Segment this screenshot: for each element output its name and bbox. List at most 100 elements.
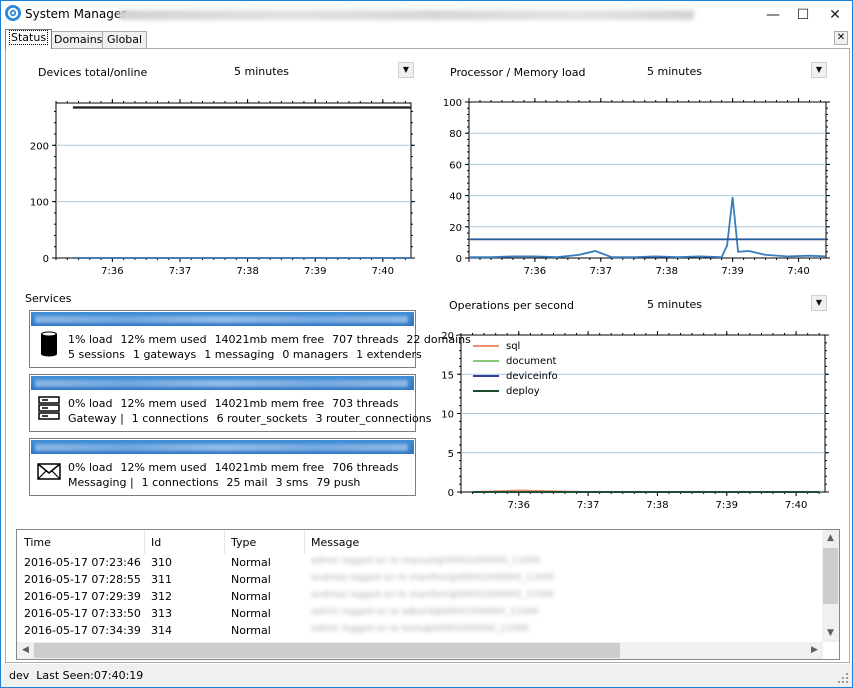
column-header-message[interactable]: Message (311, 536, 359, 549)
stat-mail: 25 mail (226, 476, 268, 489)
x-tick-label: 7:38 (646, 500, 668, 511)
status-bar: dev Last Seen:07:40:19 (1, 664, 852, 687)
cell-type: Normal (231, 556, 271, 569)
stat-threads: 706 threads (332, 461, 399, 474)
tab-status-label: Status (8, 30, 49, 45)
status-page: Devices total/online 5 minutes ▼ Process… (5, 48, 850, 663)
stat-router-connections: 3 router_connections (315, 412, 432, 425)
window-title: System Manager - (25, 7, 135, 21)
cell-id: 310 (151, 556, 172, 569)
cell-type: Normal (231, 624, 271, 637)
cell-time: 2016-05-17 07:33:50 (24, 607, 141, 620)
stat-connections: 1 connections (141, 476, 219, 489)
service-stats-line1: 0% load 12% mem used 14021mb mem free 706 t… (68, 461, 406, 474)
cell-id: 314 (151, 624, 172, 637)
stat-messaging: 1 messaging (204, 348, 275, 361)
y-tick-label: 15 (441, 370, 454, 381)
minimize-button[interactable]: — (756, 1, 790, 29)
scroll-up-icon[interactable]: ▲ (822, 530, 839, 547)
scroll-left-icon[interactable]: ◀ (17, 642, 34, 659)
stat-managers: 0 managers (282, 348, 349, 361)
cell-id: 313 (151, 607, 172, 620)
tab-global[interactable]: Global (102, 31, 148, 49)
tab-strip: Status Domains Global ✕ (5, 29, 850, 49)
service-stats-line2: Messaging | 1 connections 25 mail 3 sms 79 p… (68, 476, 368, 489)
cell-time: 2016-05-17 07:23:46 (24, 556, 141, 569)
vertical-scroll-thumb[interactable] (823, 548, 838, 604)
stat-load: 1% load (68, 333, 113, 346)
cell-id: 311 (151, 573, 172, 586)
table-row[interactable]: 2016-05-17 07:29:39 312 Normal andreas logg… (17, 590, 823, 606)
stat-sms: 3 sms (275, 476, 309, 489)
service-card-messaging[interactable]: 0% load 12% mem used 14021mb mem free 706 t… (29, 438, 416, 496)
column-header-time[interactable]: Time (24, 536, 51, 549)
cell-time: 2016-05-17 07:34:39 (24, 624, 141, 637)
service-header-obscured (35, 444, 408, 451)
stat-mem-used: 12% mem used (120, 397, 207, 410)
horizontal-scrollbar[interactable]: ◀ ▶ (17, 642, 823, 659)
table-row[interactable]: 2016-05-17 07:28:55 311 Normal andreas logg… (17, 573, 823, 589)
status-text: dev Last Seen:07:40:19 (9, 669, 143, 682)
gear-icon (5, 5, 21, 21)
cell-type: Normal (231, 590, 271, 603)
service-card-gateway[interactable]: 0% load 12% mem used 14021mb mem free 703 t… (29, 374, 431, 432)
x-tick-label: 7:37 (577, 500, 599, 511)
stat-gateways: 1 gateways (132, 348, 197, 361)
stat-connections: 1 connections (131, 412, 209, 425)
status-user: dev (9, 669, 30, 682)
service-card-database[interactable]: 1% load 12% mem used 14021mb mem free 707 t… (29, 310, 471, 368)
cell-time: 2016-05-17 07:29:39 (24, 590, 141, 603)
cell-id: 312 (151, 590, 172, 603)
tab-global-label: Global (107, 33, 143, 46)
service-stats-line1: 1% load 12% mem used 14021mb mem free 707 t… (68, 333, 479, 346)
column-header-type[interactable]: Type (231, 536, 256, 549)
y-tick-label: 0 (448, 488, 454, 499)
stat-load: 0% load (68, 397, 113, 410)
horizontal-scroll-thumb[interactable] (34, 643, 620, 658)
system-manager-window: System Manager - — ☐ ✕ Status Domains Gl… (0, 0, 853, 688)
server-icon (36, 394, 62, 422)
table-row[interactable]: 2016-05-17 07:23:46 310 Normal admin logged… (17, 556, 823, 572)
maximize-button[interactable]: ☐ (786, 1, 820, 29)
stat-router-sockets: 6 router_sockets (216, 412, 308, 425)
stat-threads: 703 threads (332, 397, 399, 410)
legend-label: sql (506, 341, 520, 352)
service-stats-line1: 0% load 12% mem used 14021mb mem free 703 t… (68, 397, 406, 410)
stat-mem-used: 12% mem used (120, 461, 207, 474)
column-separator[interactable] (144, 530, 145, 554)
table-row[interactable]: 2016-05-17 07:34:39 314 Normal admin logged… (17, 624, 823, 640)
envelope-icon (36, 458, 62, 486)
scroll-down-icon[interactable]: ▼ (822, 625, 839, 642)
x-tick-label: 7:39 (716, 500, 738, 511)
cell-message-obscured: admin logged on to manual@00001000000_11… (311, 556, 541, 566)
service-header-obscured (35, 380, 408, 387)
tab-status[interactable]: Status (5, 29, 53, 49)
cell-type: Normal (231, 573, 271, 586)
cell-message-obscured: admin logged on to tests@00001000000_110… (311, 624, 529, 634)
tab-domains[interactable]: Domains (49, 31, 108, 49)
service-header (31, 376, 414, 390)
stat-threads: 707 threads (332, 333, 399, 346)
cell-message-obscured: admin logged on to adbord@00001000000_11… (311, 607, 539, 617)
log-table[interactable]: Time Id Type Message 2016-05-17 07:23:46… (16, 529, 840, 660)
stat-sessions: 5 sessions (68, 348, 125, 361)
title-bar[interactable]: System Manager - — ☐ ✕ (1, 1, 852, 29)
x-tick-label: 7:36 (508, 500, 530, 511)
x-tick-label: 7:40 (785, 500, 807, 511)
column-separator[interactable] (224, 530, 225, 554)
cell-type: Normal (231, 607, 271, 620)
column-separator[interactable] (304, 530, 305, 554)
table-row[interactable]: 2016-05-17 07:33:50 313 Normal admin logged… (17, 607, 823, 623)
legend-label: document (506, 356, 557, 367)
window-title-obscured (119, 10, 694, 20)
legend-label: deviceinfo (506, 371, 558, 382)
scroll-right-icon[interactable]: ▶ (806, 642, 823, 659)
close-tab-icon[interactable]: ✕ (834, 31, 848, 45)
stat-mem-free: 14021mb mem free (214, 397, 325, 410)
stat-gateway-label: Gateway | (68, 412, 124, 425)
resize-grip-icon[interactable] (838, 673, 848, 683)
stat-mem-free: 14021mb mem free (214, 333, 325, 346)
vertical-scrollbar[interactable]: ▲ ▼ (822, 530, 839, 642)
close-button[interactable]: ✕ (818, 1, 852, 29)
column-header-id[interactable]: Id (151, 536, 161, 549)
